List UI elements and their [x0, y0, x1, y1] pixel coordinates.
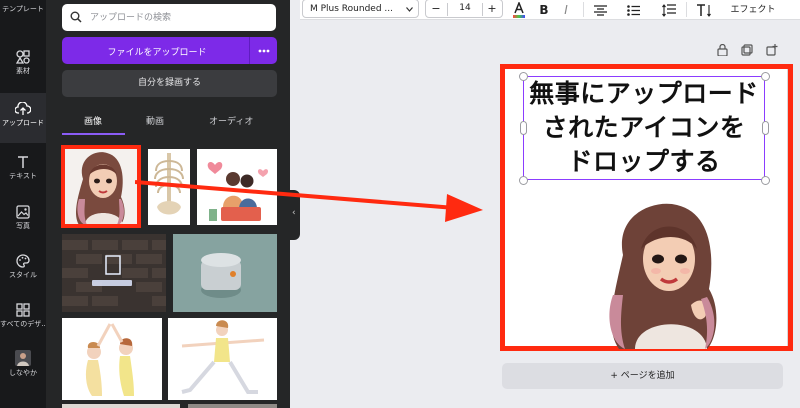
- more-options-button[interactable]: [249, 37, 277, 64]
- resize-handle-bottom-right[interactable]: [761, 176, 770, 185]
- folder-icon: [16, 303, 30, 317]
- effects-button[interactable]: エフェクト: [726, 2, 780, 15]
- rail-item-photos[interactable]: 写真: [0, 205, 46, 247]
- font-size-decrease-button[interactable]: −: [426, 2, 446, 15]
- upload-cloud-icon: [15, 102, 31, 115]
- text-icon: [18, 156, 28, 168]
- profile-icon: [15, 350, 31, 366]
- upload-thumb-partial-1[interactable]: [62, 404, 180, 408]
- rail-item-text[interactable]: テキスト: [0, 155, 46, 197]
- list-button[interactable]: [625, 2, 641, 18]
- left-rail: テンプレート 素材 アップロード テキスト 写真 スタイル すべてのデザ... …: [0, 0, 46, 408]
- toolbar-divider: [686, 2, 687, 17]
- toolbar-divider: [583, 2, 584, 17]
- text-color-button[interactable]: [511, 2, 527, 18]
- rail-item-profile[interactable]: しなやか: [0, 350, 46, 392]
- active-tab-indicator: [62, 133, 125, 135]
- highlight-annotation-box: [61, 145, 141, 228]
- upload-thumb-high-five[interactable]: [62, 318, 162, 400]
- rail-item-label: 素材: [16, 67, 30, 75]
- photo-icon: [16, 205, 30, 219]
- pilates-sign-photo: [62, 234, 166, 312]
- font-size-stepper: − 14 +: [425, 0, 503, 18]
- rail-item-label: すべてのデザ...: [0, 320, 46, 328]
- upload-thumb-partial-2[interactable]: [188, 404, 277, 408]
- rail-item-label: スタイル: [9, 271, 37, 279]
- rail-item-label: しなやか: [9, 369, 37, 377]
- chevron-down-icon: [406, 7, 413, 12]
- rail-item-label: テンプレート: [2, 5, 44, 13]
- upload-thumb-candle[interactable]: [173, 234, 277, 312]
- tab-images[interactable]: 画像: [84, 114, 102, 127]
- text-color-icon: [513, 2, 525, 18]
- align-button[interactable]: [592, 2, 608, 18]
- rail-item-templates[interactable]: テンプレート: [0, 0, 46, 16]
- candle-photo: [173, 234, 277, 312]
- yoga-illustration: [181, 320, 265, 394]
- font-size-value[interactable]: 14: [447, 3, 483, 16]
- rail-item-label: アップロード: [2, 119, 44, 127]
- high-five-illustration: [85, 323, 134, 396]
- design-page[interactable]: 無事にアップロード されたアイコンを ドロップする: [500, 64, 793, 351]
- dropped-avatar-image[interactable]: [597, 199, 747, 349]
- text-line: ドロップする: [567, 147, 721, 176]
- vertical-text-icon: [696, 3, 711, 17]
- add-page-button[interactable]: + ページを追加: [502, 363, 783, 389]
- palette-icon: [16, 254, 30, 268]
- bullet-list-icon: [626, 4, 640, 16]
- line-spacing-icon: [662, 3, 676, 17]
- search-input[interactable]: [90, 9, 270, 26]
- add-page-icon[interactable]: [766, 44, 778, 56]
- resize-handle-bottom-left[interactable]: [519, 176, 528, 185]
- font-family-select[interactable]: M Plus Rounded ...: [302, 0, 419, 18]
- tab-audio[interactable]: オーディオ: [209, 114, 253, 127]
- rail-item-label: テキスト: [9, 172, 37, 180]
- resize-handle-top-left[interactable]: [519, 72, 528, 81]
- annotation-arrow: [135, 180, 483, 222]
- record-yourself-button[interactable]: 自分を録画する: [62, 70, 277, 97]
- resize-handle-left[interactable]: [520, 121, 527, 135]
- selected-text-box[interactable]: 無事にアップロード されたアイコンを ドロップする: [523, 76, 765, 180]
- text-toolbar: M Plus Rounded ... − 14 + B I エフェクト: [300, 0, 800, 20]
- tab-videos[interactable]: 動画: [146, 114, 164, 127]
- media-tabs: 画像 動画 オーディオ: [62, 106, 277, 135]
- page-edge-guide: [787, 69, 788, 346]
- upload-thumb-yoga[interactable]: [168, 318, 277, 400]
- rail-item-styles[interactable]: スタイル: [0, 254, 46, 296]
- lock-icon[interactable]: [717, 44, 728, 56]
- elements-icon: [16, 50, 30, 64]
- text-line: 無事にアップロード: [529, 79, 759, 108]
- resize-handle-right[interactable]: [762, 121, 769, 135]
- bold-button[interactable]: B: [536, 2, 552, 18]
- rail-item-label: 写真: [16, 222, 30, 230]
- rail-item-all-designs[interactable]: すべてのデザ...: [0, 303, 46, 345]
- rail-item-elements[interactable]: 素材: [0, 50, 46, 92]
- font-family-value: M Plus Rounded ...: [310, 4, 393, 14]
- align-center-icon: [593, 4, 607, 16]
- font-size-increase-button[interactable]: +: [482, 2, 502, 15]
- rail-item-uploads[interactable]: アップロード: [0, 93, 46, 143]
- search-icon: [70, 11, 82, 23]
- upload-thumb-pilates-sign[interactable]: [62, 234, 166, 312]
- search-box[interactable]: [62, 4, 276, 31]
- text-line: されたアイコンを: [542, 113, 746, 142]
- duplicate-page-icon[interactable]: [741, 44, 753, 56]
- italic-button[interactable]: I: [558, 2, 574, 18]
- text-transform-button[interactable]: [696, 2, 712, 18]
- more-dots-icon: [258, 49, 269, 52]
- resize-handle-top-right[interactable]: [761, 72, 770, 81]
- spacing-button[interactable]: [661, 2, 677, 18]
- upload-file-button[interactable]: ファイルをアップロード: [62, 37, 277, 64]
- upload-file-label: ファイルをアップロード: [107, 48, 207, 58]
